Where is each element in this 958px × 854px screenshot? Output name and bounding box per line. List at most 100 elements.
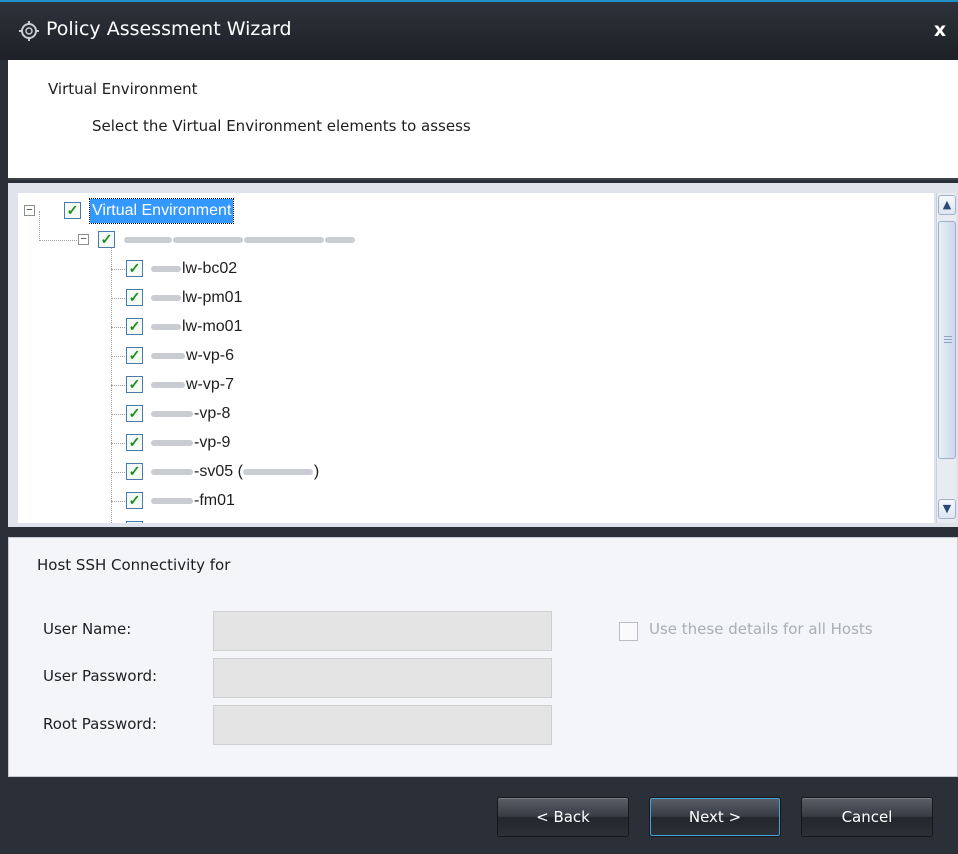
tree-host-node[interactable]: ✓ lw-pm01 [18,286,518,310]
checkbox-checked-icon[interactable]: ✓ [126,318,143,335]
redacted-text [325,236,355,243]
checkbox-checked-icon[interactable]: ✓ [126,347,143,364]
tree-connector [111,501,127,502]
tree-host-label: -sv05 () [151,460,319,484]
ssh-panel-title: Host SSH Connectivity for [37,556,231,574]
tree-host-label: w-vp-7 [151,373,234,397]
host-name-text: lw-bc02 [182,260,238,277]
checkbox-checked-icon[interactable]: ✓ [126,260,143,277]
scroll-up-icon[interactable]: ▲ [938,195,956,215]
tree-connector [111,269,127,270]
next-button[interactable]: Next > [649,797,781,837]
tree-root-label[interactable]: Virtual Environment [88,198,235,224]
checkbox-checked-icon[interactable]: ✓ [126,405,143,422]
checkbox-checked-icon[interactable]: ✓ [126,434,143,451]
grip-line [944,342,952,343]
host-name-text: lw-mo01 [182,318,243,335]
user-password-field[interactable] [213,658,552,698]
step-description: Select the Virtual Environment elements … [92,117,471,135]
tree-host-label: -vp-8 [151,402,230,426]
use-for-all-hosts-checkbox[interactable] [619,622,638,641]
tree-connector [111,356,127,357]
ssh-connectivity-panel: Host SSH Connectivity for User Name: Use… [8,537,958,777]
tree-host-node[interactable]: ✓ -sv05 () [18,460,518,484]
host-name-text: -sv05 ( [194,463,243,480]
redacted-text [151,439,193,446]
wizard-window: Policy Assessment Wizard x Virtual Envir… [0,0,958,854]
scrollbar-thumb[interactable] [938,221,956,459]
redacted-text [173,236,243,243]
collapse-icon[interactable]: − [24,205,35,216]
tree-connector [111,472,127,473]
checkbox-checked-icon[interactable]: ✓ [126,492,143,509]
tree-host-node[interactable]: ✓ -vp-8 [18,402,518,426]
scroll-down-icon[interactable]: ▼ [938,499,956,519]
tree-host-node[interactable] [18,518,518,523]
checkbox-checked-icon[interactable]: ✓ [64,202,81,219]
root-password-label: Root Password: [43,715,157,733]
user-name-field[interactable] [213,611,552,651]
use-for-all-hosts-label: Use these details for all Hosts [649,620,873,638]
tree-panel: − ✓ Virtual Environment − ✓ ✓ lw-bc02 ✓ … [8,183,958,527]
grip-line [944,336,952,337]
tree-host-node[interactable]: ✓ lw-bc02 [18,257,518,281]
tree-host-label: -fm01 [151,489,235,513]
step-title: Virtual Environment [48,80,198,98]
redacted-text [124,236,172,243]
tree-host-node[interactable]: ✓ w-vp-7 [18,373,518,397]
tree-connector [111,414,127,415]
user-name-label: User Name: [43,620,132,638]
cancel-button[interactable]: Cancel [801,797,933,837]
host-name-text: w-vp-7 [186,376,235,393]
tree-host-node[interactable]: ✓ -fm01 [18,489,518,513]
close-button[interactable]: x [928,16,952,44]
title-bar: Policy Assessment Wizard x [0,0,958,60]
tree-root-node[interactable]: − ✓ Virtual Environment [18,198,318,224]
tree-host-label: lw-bc02 [151,257,237,281]
redacted-text [151,410,193,417]
tree-connector [111,327,127,328]
redacted-text [242,468,313,475]
redacted-text [151,294,181,301]
environment-tree[interactable]: − ✓ Virtual Environment − ✓ ✓ lw-bc02 ✓ … [18,193,934,523]
tree-scrollbar[interactable]: ▲ ▼ [936,193,956,523]
checkbox-checked-icon[interactable]: ✓ [126,376,143,393]
user-password-label: User Password: [43,667,158,685]
tree-host-label: lw-mo01 [151,315,242,339]
host-name-text: -fm01 [194,492,235,509]
checkbox-icon[interactable] [126,521,143,523]
wizard-header: Virtual Environment Select the Virtual E… [8,60,958,180]
wizard-gear-icon [19,21,39,41]
tree-host-node[interactable]: ✓ lw-mo01 [18,315,518,339]
wizard-footer: < Back Next > Cancel [0,780,958,854]
redacted-text [151,265,181,272]
tree-connector [111,385,127,386]
checkbox-checked-icon[interactable]: ✓ [126,289,143,306]
window-title: Policy Assessment Wizard [46,18,292,40]
back-button[interactable]: < Back [497,797,629,837]
tree-server-node[interactable]: − ✓ [18,228,518,252]
tree-host-node[interactable]: ✓ w-vp-6 [18,344,518,368]
host-name-text: lw-pm01 [182,289,243,306]
redacted-text [151,323,181,330]
tree-host-node[interactable]: ✓ -vp-9 [18,431,518,455]
tree-host-label: -vp-9 [151,431,230,455]
tree-connector [111,443,127,444]
host-name-text: -vp-8 [194,405,231,422]
redacted-text [151,381,185,388]
tree-connector [111,298,127,299]
tree-host-label: w-vp-6 [151,344,234,368]
host-name-text: ) [313,463,320,480]
redacted-text [151,468,193,475]
tree-server-label [124,228,356,252]
host-name-text: -vp-9 [194,434,231,451]
grip-line [944,339,952,340]
root-password-field[interactable] [213,705,552,745]
redacted-text [151,352,185,359]
checkbox-checked-icon[interactable]: ✓ [98,231,115,248]
redacted-text [151,497,193,504]
collapse-icon[interactable]: − [78,234,89,245]
tree-host-label: lw-pm01 [151,286,242,310]
checkbox-checked-icon[interactable]: ✓ [126,463,143,480]
host-name-text: w-vp-6 [186,347,235,364]
